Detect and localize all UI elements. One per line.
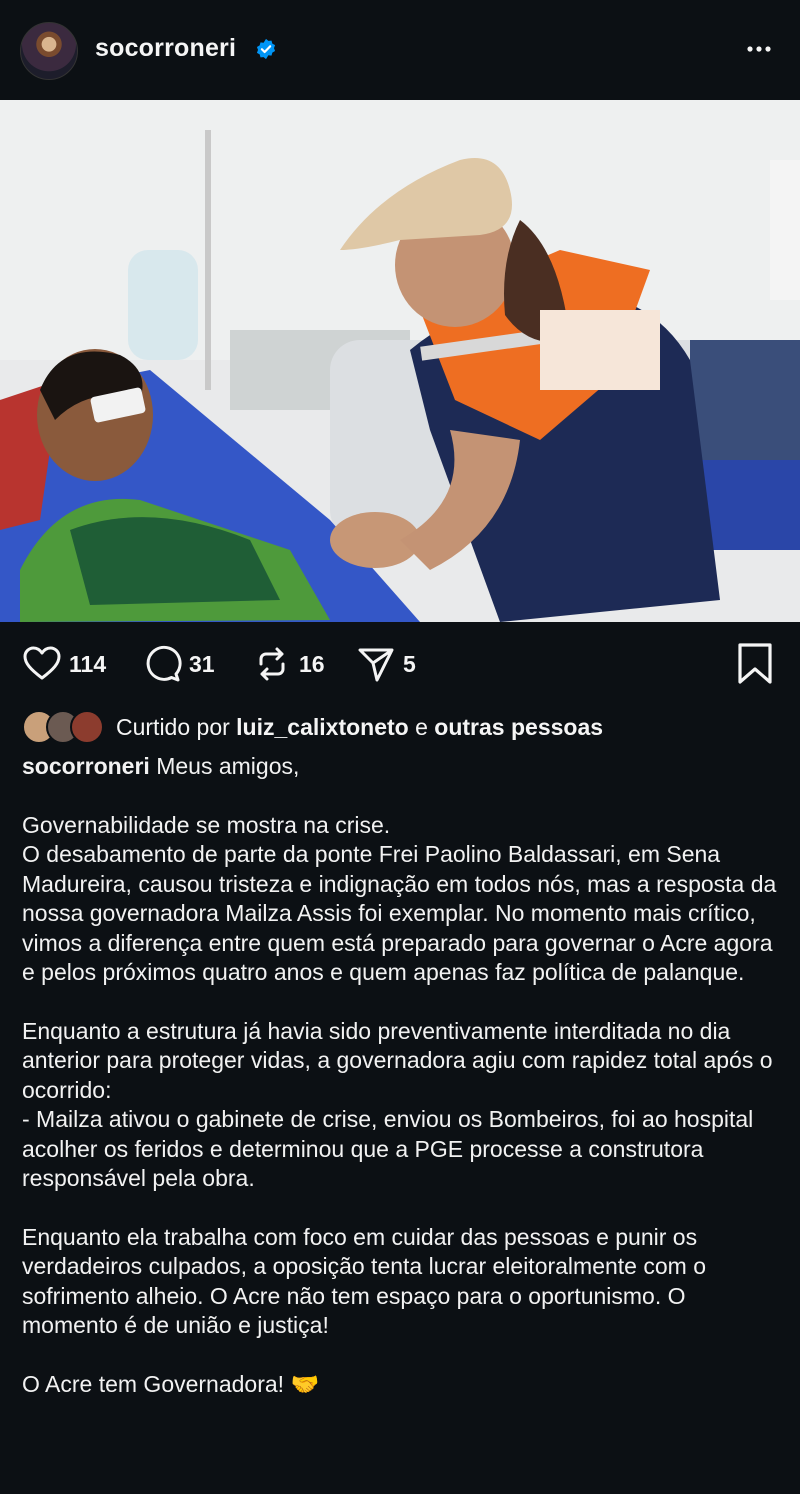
verified-badge-icon	[256, 38, 276, 60]
liked-by-prefix: Curtido por	[116, 713, 230, 740]
repost-count: 16	[299, 650, 325, 677]
author-avatar[interactable]	[20, 22, 78, 80]
heart-icon	[23, 646, 61, 680]
like-button[interactable]: 114	[22, 644, 106, 684]
liked-by-text: Curtido por luiz_calixtoneto e outras pe…	[116, 714, 603, 741]
caption-paragraph: Enquanto a estrutura já havia sido preve…	[22, 1017, 773, 1103]
post-header: socorroneri	[0, 0, 800, 100]
liked-by-row[interactable]: Curtido por luiz_calixtoneto e outras pe…	[22, 708, 603, 746]
like-count: 114	[69, 650, 107, 677]
caption-paragraph: Governabilidade se mostra na crise.	[22, 811, 391, 838]
caption-author[interactable]: socorroneri	[22, 753, 150, 779]
caption-paragraph: Enquanto ela trabalha com foco em cuidar…	[22, 1223, 706, 1339]
share-count: 5	[403, 650, 416, 677]
caption-paragraph: - Mailza ativou o gabinete de crise, env…	[22, 1106, 754, 1191]
comment-icon	[146, 645, 182, 682]
bookmark-icon[interactable]	[736, 642, 774, 686]
more-options-icon[interactable]	[744, 34, 774, 64]
hospital-scene-image	[0, 100, 800, 622]
caption-paragraph: O Acre tem Governadora! 🤝	[22, 1370, 320, 1397]
repost-icon	[259, 647, 285, 681]
caption-paragraph: O desabamento de parte da ponte Frei Pao…	[22, 841, 777, 985]
comment-count: 31	[189, 650, 215, 677]
liked-by-others[interactable]: outras pessoas	[434, 714, 603, 740]
caption-greeting: Meus amigos,	[156, 753, 300, 779]
liked-by-connector: e	[415, 713, 428, 740]
send-icon	[358, 648, 394, 682]
liked-by-user[interactable]: luiz_calixtoneto	[236, 714, 409, 740]
repost-button[interactable]: 16	[252, 644, 325, 684]
liker-avatar	[70, 710, 104, 744]
post-photo[interactable]	[0, 100, 800, 622]
author-username[interactable]: socorroneri	[95, 34, 236, 63]
post-caption: socorroneri Meus amigos, Governabilidade…	[22, 752, 782, 1399]
caption-first-line: socorroneri Meus amigos,	[22, 752, 782, 782]
share-button[interactable]: 5	[356, 644, 416, 684]
action-bar: 114 31 16 5	[0, 636, 800, 694]
comment-button[interactable]: 31	[142, 644, 215, 684]
